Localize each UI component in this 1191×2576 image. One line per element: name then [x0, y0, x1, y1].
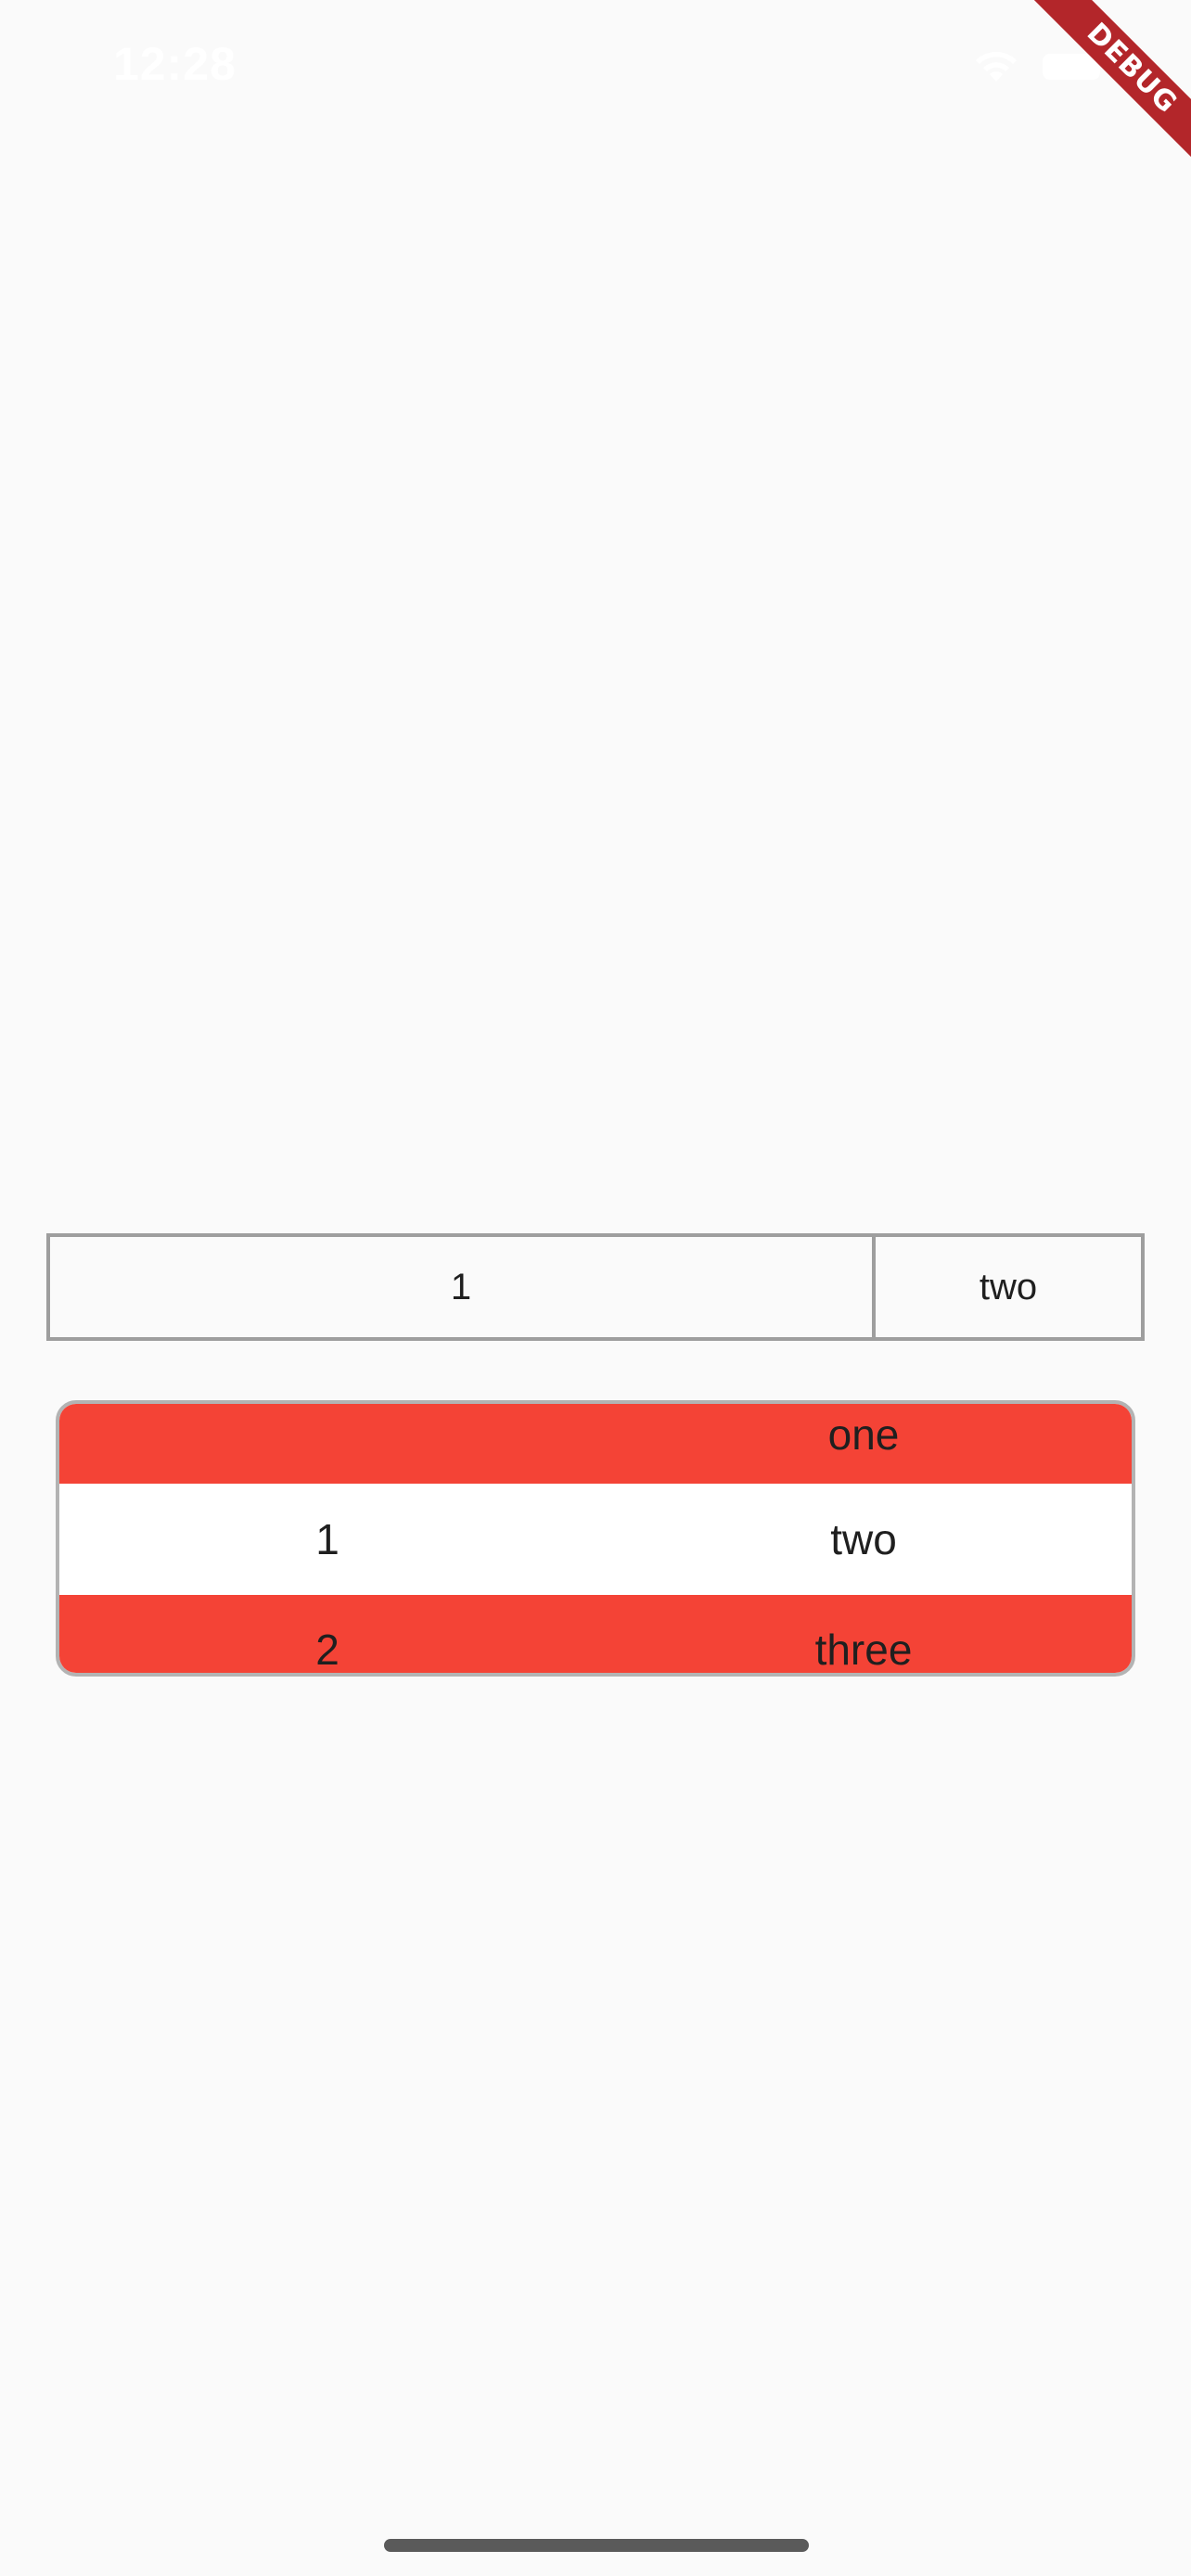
table-cell — [59, 1404, 596, 1484]
home-indicator[interactable] — [384, 2539, 809, 2552]
table-cell: 2 — [59, 1595, 596, 1673]
table-cell: 1 — [59, 1484, 596, 1595]
table-row: one — [59, 1404, 1132, 1484]
table-one-cell: two — [979, 1266, 1038, 1307]
table-two: one 1 two 2 three — [56, 1400, 1135, 1677]
table-cell: three — [596, 1595, 1132, 1673]
table-cell-text: one — [827, 1410, 900, 1459]
debug-banner-label: DEBUG — [1018, 0, 1191, 176]
table-cell-text: two — [830, 1515, 897, 1563]
table-one-cell: 1 — [50, 1237, 876, 1337]
table-row: 1 two — [59, 1484, 1132, 1595]
table-one: 1 two — [46, 1233, 1145, 1341]
table-row: 2 three — [59, 1595, 1132, 1673]
table-cell-text: three — [814, 1626, 913, 1674]
table-cell-text: 1 — [315, 1515, 339, 1563]
table-cell: one — [596, 1404, 1132, 1484]
wifi-icon — [976, 51, 1017, 82]
table-cell: two — [596, 1484, 1132, 1595]
status-bar: 12:28 — [0, 0, 1191, 139]
status-time: 12:28 — [113, 38, 237, 90]
debug-banner: DEBUG — [1015, 0, 1191, 176]
table-cell-text: 2 — [315, 1626, 339, 1674]
